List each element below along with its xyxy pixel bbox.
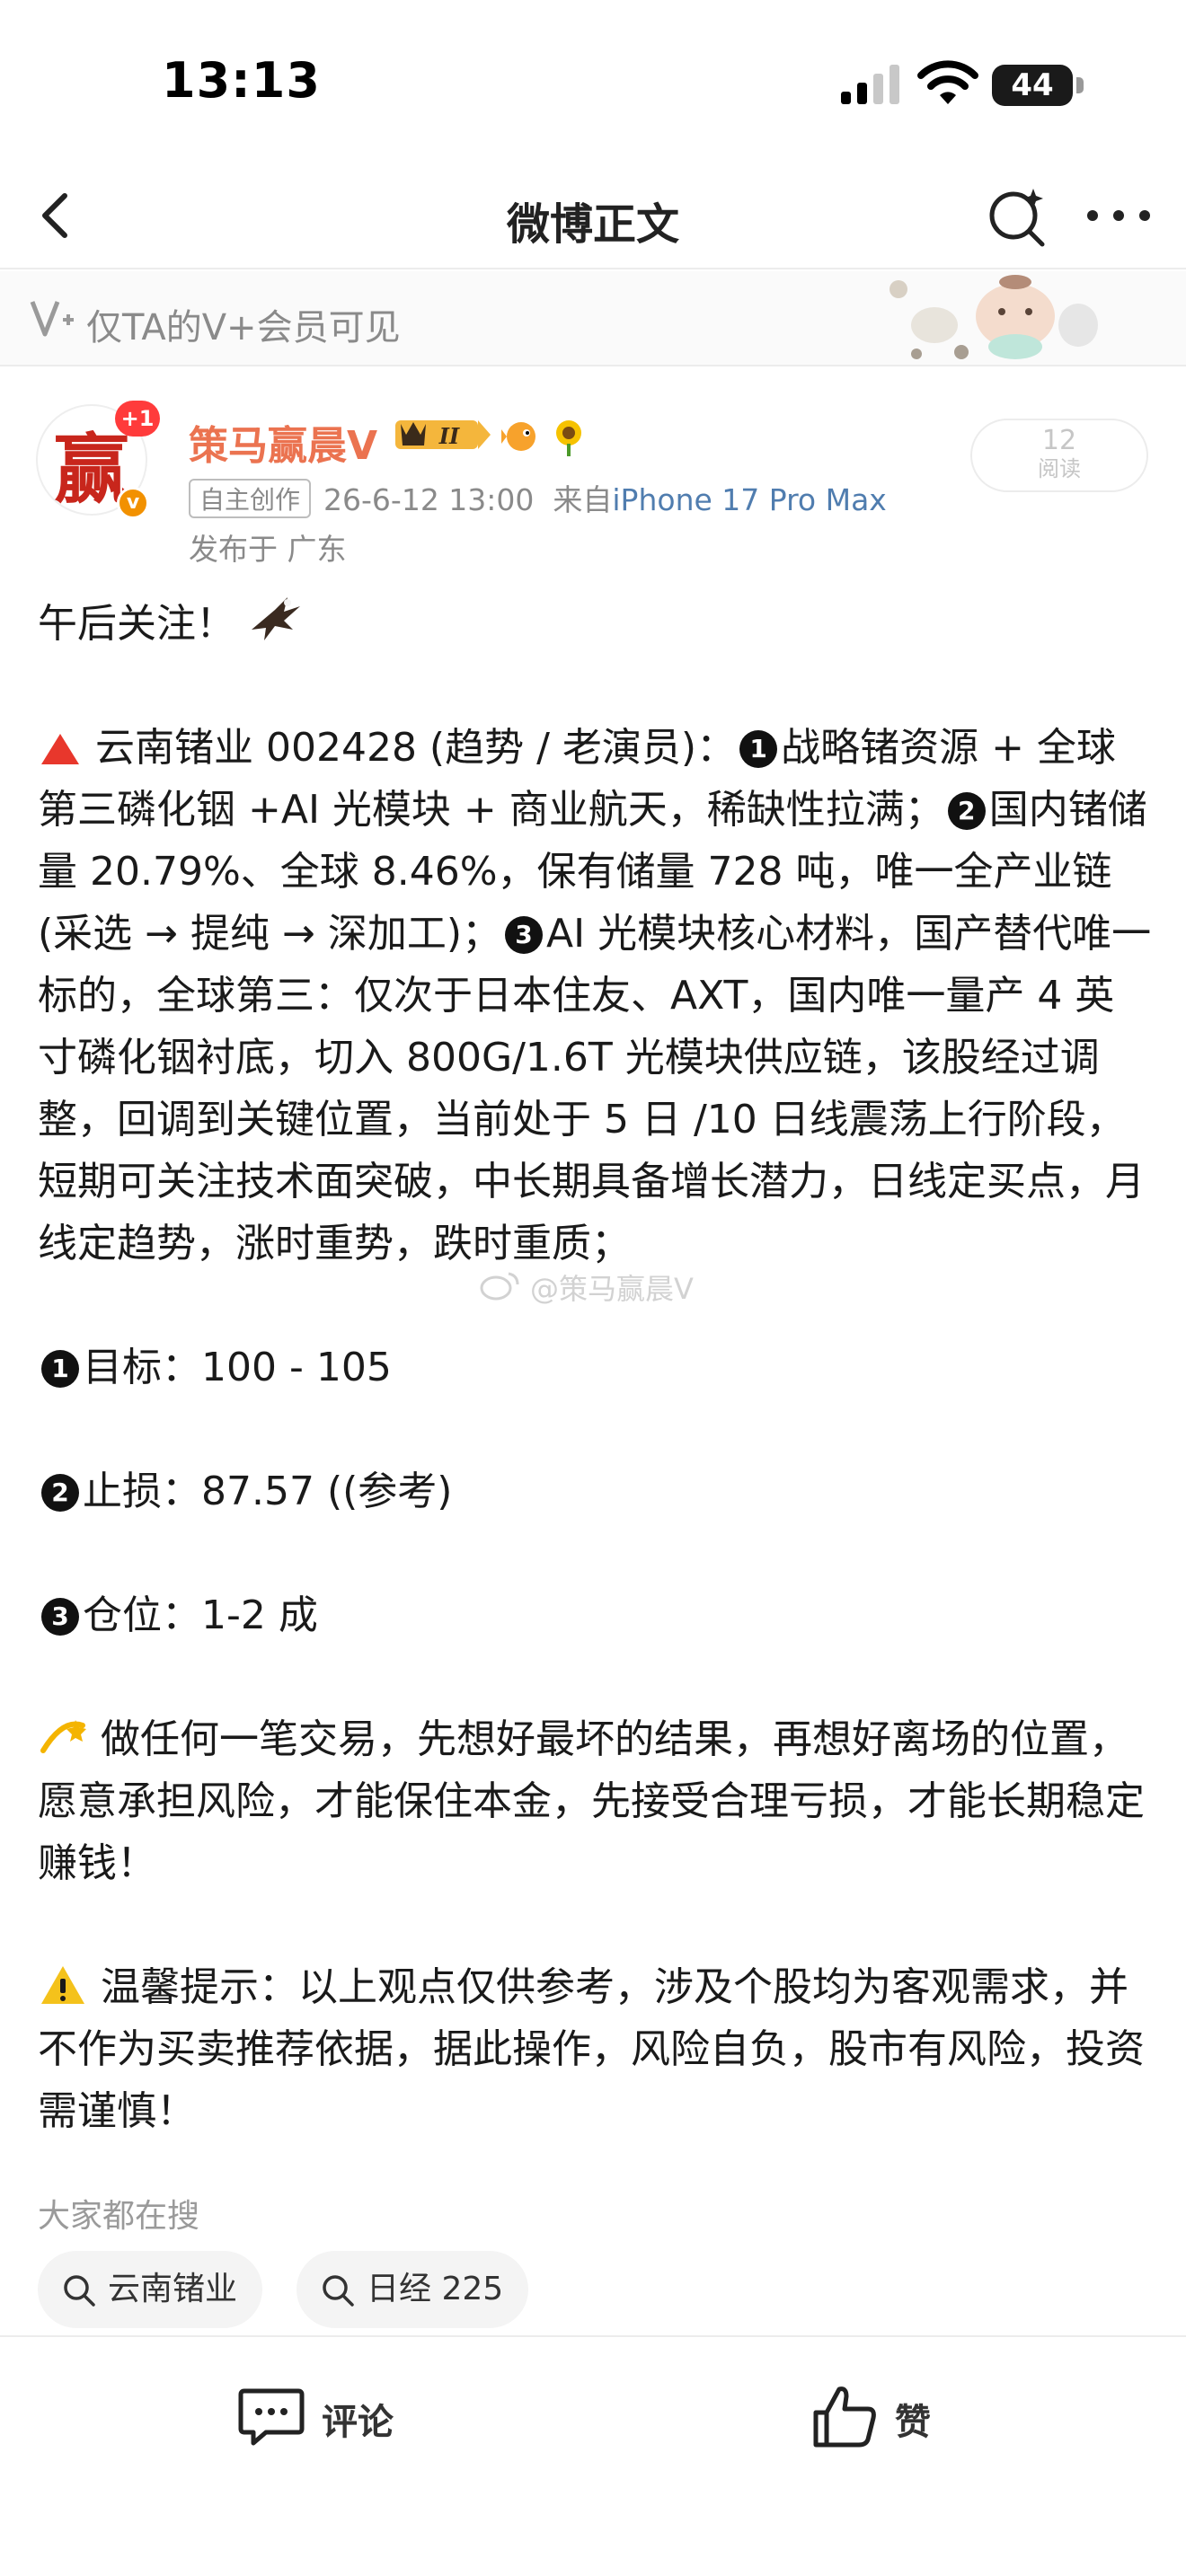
cartoon-decoration-icon — [890, 275, 1098, 359]
like-label: 赞 — [895, 2402, 931, 2443]
post-location: 发布于 广东 — [189, 532, 347, 567]
target-text: 目标：100 - 105 — [83, 1345, 392, 1390]
bottom-action-bar: 评论 赞 — [0, 2335, 1186, 2576]
ellipsis-icon[interactable] — [1078, 180, 1159, 251]
advice-text: 做任何一笔交易，先想好最坏的结果，再想好离场的位置，愿意承担风险，才能保住本金，… — [38, 1716, 1145, 1886]
search-chip-label: 云南锗业 — [108, 2271, 238, 2307]
author-name[interactable]: 策马赢晨V — [189, 413, 377, 471]
post-watermark: @策马赢晨V — [530, 1272, 694, 1306]
trending-search-title: 大家都在搜 — [38, 2198, 200, 2235]
post-target-line: 1 目标：100 - 105 — [38, 1337, 1152, 1398]
source-prefix: 来自 — [553, 482, 613, 517]
red-triangle-icon — [41, 734, 79, 764]
vip-banner-text: 仅TA的V+会员可见 — [86, 307, 401, 348]
vip-plus-icon — [30, 301, 74, 337]
avatar-new-badge: +1 — [115, 401, 160, 437]
status-time: 13:13 — [162, 52, 321, 109]
sunflower-emoji-icon — [556, 420, 581, 456]
cellular-signal-icon — [841, 65, 899, 104]
post-position-line: 3 仓位：1-2 成 — [38, 1584, 1152, 1646]
post-meta: 自主创作 26-6-12 13:00 来自iPhone 17 Pro Max — [189, 476, 887, 519]
position-text: 仓位：1-2 成 — [83, 1592, 318, 1638]
source-device-link[interactable]: iPhone 17 Pro Max — [612, 482, 886, 517]
search-chip[interactable]: 云南锗业 — [38, 2251, 263, 2328]
number-badge-1: 1 — [739, 730, 778, 768]
thumbs-up-icon — [813, 2386, 876, 2448]
crown-level-text: II — [438, 423, 460, 449]
read-count: 12 — [1041, 425, 1077, 456]
post-paragraph-analysis: 云南锗业 002428 (趋势 / 老演员)： 1 战略锗资源 + 全球第三磷化铟 … — [38, 717, 1152, 1275]
warning-text: 温馨提示：以上观点仅供参考，涉及个股均为客观需求，并不作为买卖推荐依据，据此操作… — [38, 1964, 1145, 2134]
read-count-box: 12 阅读 — [970, 419, 1148, 492]
post-warning-paragraph: 温馨提示：以上观点仅供参考，涉及个股均为客观需求，并不作为买卖推荐依据，据此操作… — [38, 1956, 1152, 2142]
verified-v-icon: v — [117, 487, 149, 519]
eagle-emoji-icon — [252, 597, 300, 640]
wifi-icon — [917, 60, 978, 104]
number-badge-3: 3 — [41, 1598, 79, 1636]
battery-cap — [1076, 77, 1084, 93]
number-badge-2: 2 — [947, 792, 986, 830]
number-badge-3: 3 — [505, 916, 544, 954]
battery-indicator: 44 — [992, 65, 1073, 106]
search-icon — [323, 2275, 354, 2307]
search-chip[interactable]: 日经 225 — [296, 2251, 529, 2328]
status-bar: 13:13 44 — [0, 0, 1186, 162]
comment-icon — [238, 2388, 305, 2446]
sparkle-search-icon[interactable] — [981, 180, 1053, 251]
post-body: 午后关注！ 云南锗业 002428 (趋势 / 老演员)： 1 战略锗资源 + 全球… — [38, 593, 1152, 2142]
crown-level-badge-icon: II — [395, 420, 491, 449]
self-made-tag: 自主创作 — [189, 479, 312, 518]
nav-bar: 微博正文 — [0, 162, 1186, 269]
post-time: 26-6-12 13:00 — [323, 482, 535, 517]
search-icon — [64, 2275, 95, 2307]
search-chip-label: 日经 225 — [367, 2271, 504, 2307]
weibo-watermark-icon — [480, 1272, 519, 1301]
stock-title: 云南锗业 002428 (趋势 / 老演员)： — [95, 725, 737, 771]
comment-label: 评论 — [322, 2402, 394, 2443]
post-paragraph-intro: 午后关注！ — [38, 593, 1152, 655]
point-3-text: AI 光模块核心材料，国产替代唯一标的，全球第三：仅次于日本住友、AXT，国内唯… — [38, 911, 1152, 1266]
pufferfish-emoji-icon — [501, 422, 535, 451]
like-button[interactable]: 赞 — [809, 2377, 988, 2457]
read-label: 阅读 — [1038, 456, 1081, 481]
comment-button[interactable]: 评论 — [235, 2377, 460, 2457]
number-badge-1: 1 — [41, 1350, 79, 1388]
number-badge-2: 2 — [41, 1474, 79, 1512]
warning-icon — [41, 1966, 84, 2004]
stop-text: 止损：87.57 ((参考) — [83, 1469, 453, 1514]
intro-text: 午后关注！ — [38, 601, 235, 647]
post-stop-line: 2 止损：87.57 ((参考) — [38, 1460, 1152, 1522]
dizzy-star-emoji-icon — [40, 1720, 86, 1753]
vip-only-banner[interactable]: 仅TA的V+会员可见 — [0, 271, 1186, 366]
post-advice-paragraph: 做任何一笔交易，先想好最坏的结果，再想好离场的位置，愿意承担风险，才能保住本金，… — [38, 1708, 1152, 1894]
